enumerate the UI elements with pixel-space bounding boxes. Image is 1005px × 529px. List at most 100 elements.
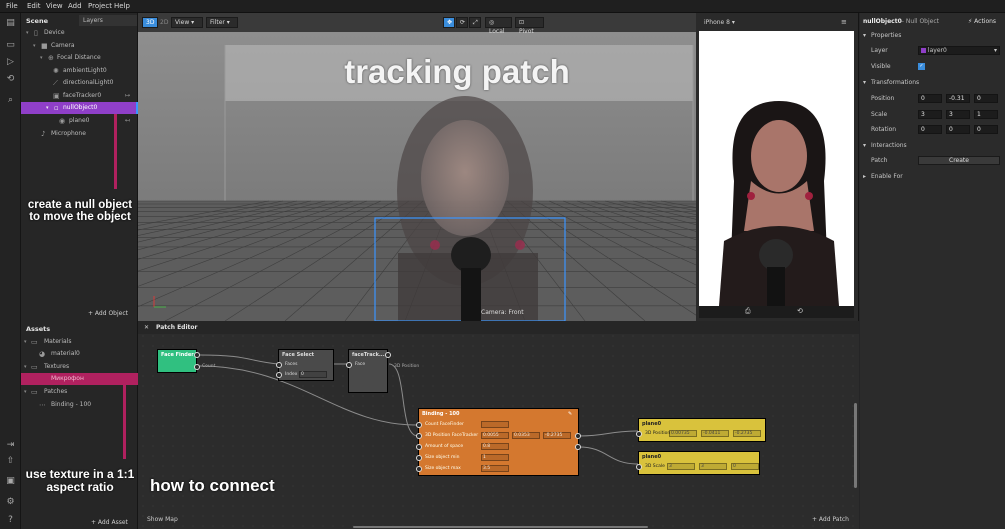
input-port[interactable] [636,464,642,470]
input-port[interactable] [416,455,422,461]
rotation-z[interactable]: 0 [974,125,998,134]
menu-help[interactable]: Help [114,2,130,10]
add-object-button[interactable]: + Add Object [88,310,128,317]
vertical-scrollbar[interactable] [854,403,857,488]
value-field[interactable]: 0.0055 [481,432,509,439]
value-field[interactable]: 3 [667,463,695,470]
section-enable-for[interactable]: ▸ Enable For [860,170,1005,183]
menu-file[interactable]: File [6,2,18,10]
tree-item-face-tracker[interactable]: ▣ faceTracker0 ↦ [21,90,138,102]
tree-item-null-object[interactable]: ▾ ▫ nullObject0 [21,102,138,114]
actions-button[interactable]: ⚡ Actions [968,18,996,25]
value-field[interactable]: 0 [731,463,759,470]
screen-icon[interactable]: ▭ [5,40,16,51]
value-field[interactable]: 3 [699,463,727,470]
tree-item-focal-distance[interactable]: ▾ ⊕ Focal Distance [21,52,138,64]
scale-y[interactable]: 3 [946,110,970,119]
section-interactions[interactable]: ▾ Interactions [860,139,1005,152]
node-plane-scale[interactable]: plane0 3D Scale 3 3 0 [636,451,760,475]
node-plane-position[interactable]: plane0 3D Position 0.00735 -0.0411 -0.27… [636,418,766,442]
asset-folder-patches[interactable]: ▾ ▭ Patches [21,386,138,398]
value-field[interactable]: -0.0411 [701,430,729,437]
node-face-tracker[interactable]: faceTrack... Face [346,349,391,393]
filter-dropdown[interactable]: Filter ▾ [206,17,238,28]
output-port[interactable] [385,352,391,358]
menu-icon[interactable]: ≡ [841,18,847,26]
visible-checkbox[interactable]: ✓ [918,63,925,70]
value-field[interactable]: 0.00735 [669,430,697,437]
position-y[interactable]: -0.31 [946,94,970,103]
box-icon[interactable]: ▣ [5,476,16,487]
rotate-icon[interactable]: ⟲ [797,307,803,315]
menu-edit[interactable]: Edit [27,2,41,10]
node-face-finder[interactable]: Face Finder [157,349,200,373]
asset-folder-materials[interactable]: ▾ ▭ Materials [21,336,138,348]
show-map-button[interactable]: Show Map [147,516,178,523]
rotate-tool-icon[interactable]: ⟳ [456,17,468,28]
output-port[interactable] [194,352,200,358]
output-port[interactable] [194,364,200,370]
section-properties[interactable]: ▾ Properties [860,29,1005,42]
view-dropdown[interactable]: View ▾ [171,17,203,28]
input-port[interactable] [416,466,422,472]
input-port[interactable] [416,422,422,428]
value-field[interactable] [481,421,509,428]
scale-z[interactable]: 1 [974,110,998,119]
edit-icon[interactable]: ✎ [568,411,572,417]
asset-binding[interactable]: ⋯ Binding - 100 [21,399,138,411]
asset-folder-textures[interactable]: ▾ ▭ Textures [21,361,138,373]
menu-project[interactable]: Project [88,2,112,10]
toggle-2d[interactable]: 2D [156,17,172,28]
rotation-x[interactable]: 0 [918,125,942,134]
menu-add[interactable]: Add [68,2,82,10]
node-binding[interactable]: Binding - 100 ✎ Count FaceFinder 3D Posi… [416,408,581,476]
value-field[interactable]: -0.2735 [543,432,571,439]
pivot-toggle[interactable]: ⊡ Pivot [515,17,544,35]
patch-editor[interactable]: ✕ Patch Editor Face Finder Count Face Se… [138,321,859,529]
section-transformations[interactable]: ▾ Transformations [860,76,1005,89]
tree-item-ambient-light[interactable]: ✺ ambientLight0 [21,65,138,77]
input-port[interactable] [416,444,422,450]
add-asset-button[interactable]: + Add Asset [91,519,128,526]
create-patch-button[interactable]: Create [918,156,1000,165]
screenshot-icon[interactable]: ⎙ [745,307,751,316]
input-port[interactable] [636,431,642,437]
tree-item-microphone[interactable]: ♪ Microphone [21,128,138,140]
input-port[interactable] [416,433,422,439]
value-field[interactable]: -0.2735 [733,430,761,437]
local-toggle[interactable]: ◎ Local [485,17,512,35]
tree-item-camera[interactable]: ▾ ■ Camera [21,40,138,52]
settings-icon[interactable]: ⚙ [5,497,16,508]
layout-icon[interactable]: ▤ [5,18,16,29]
rotation-y[interactable]: 0 [946,125,970,134]
play-icon[interactable]: ▷ [5,57,16,68]
output-port[interactable] [575,444,581,450]
tree-item-directional-light[interactable]: ⟋ directionalLight0 [21,77,138,89]
value-field[interactable]: 3.5 [481,465,509,472]
upload-icon[interactable]: ⇧ [5,456,16,467]
value-field[interactable]: 1 [481,454,509,461]
search-icon[interactable]: ⌕ [5,95,16,106]
output-port[interactable] [575,433,581,439]
scale-tool-icon[interactable]: ⤢ [469,17,481,28]
position-x[interactable]: 0 [918,94,942,103]
value-field[interactable]: 0.0353 [512,432,540,439]
help-icon[interactable]: ? [5,515,16,526]
layer-select[interactable]: layer0 ▾ [918,46,1000,55]
position-z[interactable]: 0 [974,94,998,103]
input-port[interactable] [346,362,352,368]
horizontal-scrollbar[interactable] [353,526,648,528]
asset-texture-microphone[interactable]: Микрофон [21,373,138,385]
input-port[interactable] [276,372,282,378]
value-field[interactable]: 0.8 [481,443,509,450]
scale-x[interactable]: 3 [918,110,942,119]
input-port[interactable] [276,362,282,368]
node-face-select[interactable]: Face Select Faces Index 0 [276,349,334,381]
add-patch-button[interactable]: + Add Patch [812,516,849,523]
index-field[interactable]: 0 [299,371,327,378]
viewport[interactable]: 3D 2D View ▾ Filter ▾ ✥ ⟳ ⤢ ◎ Local ⊡ Pi… [138,13,696,321]
move-tool-icon[interactable]: ✥ [443,17,455,28]
device-dropdown[interactable]: iPhone 8 ▾ [704,19,735,26]
tree-item-device[interactable]: ▾ ▯ Device [21,27,138,39]
tab-layers[interactable]: Layers [79,15,137,26]
